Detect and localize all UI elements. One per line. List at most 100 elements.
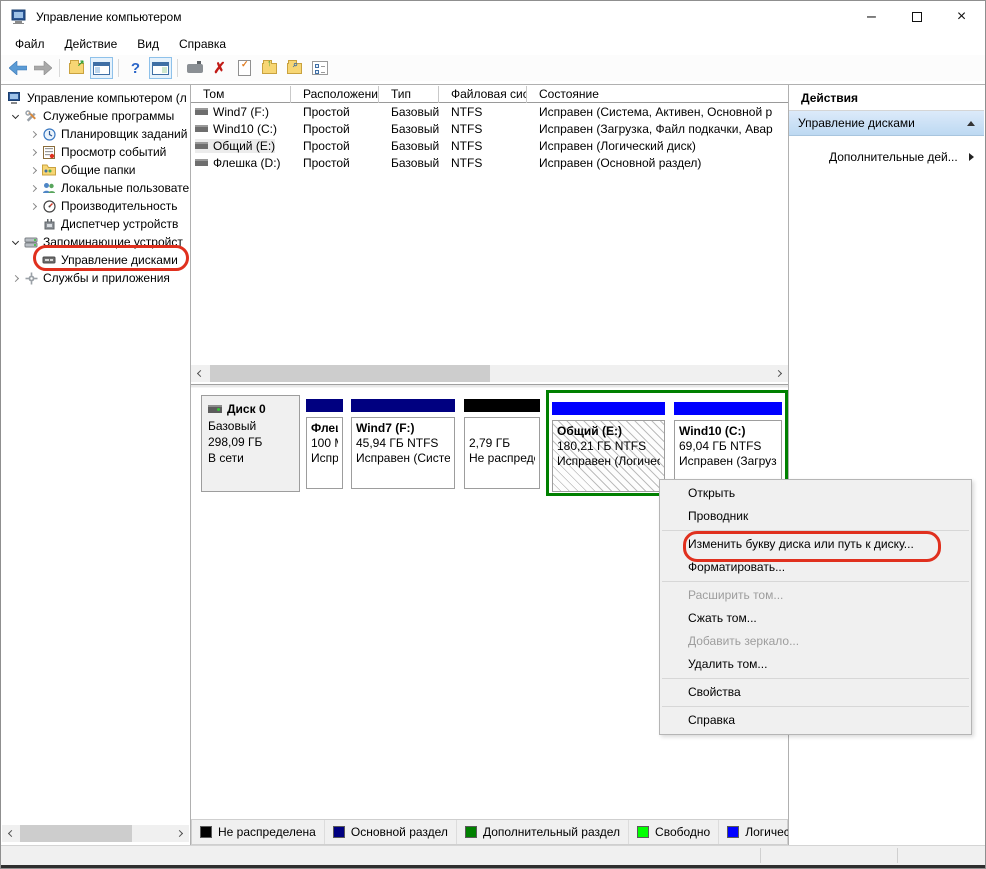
disk-status: В сети (208, 450, 293, 466)
scroll-right-icon[interactable] (771, 365, 788, 382)
tree-item-performance[interactable]: Производительность (1, 197, 190, 215)
menu-item-change-drive-letter[interactable]: Изменить букву диска или путь к диску... (660, 533, 971, 556)
chevron-right-icon[interactable] (25, 126, 41, 142)
tree-item-services[interactable]: Службы и приложения (1, 269, 190, 287)
pane-splitter[interactable] (191, 384, 788, 388)
attach-tool-icon[interactable] (183, 57, 206, 79)
properties-list-icon[interactable] (308, 57, 331, 79)
menu-item-extend-volume: Расширить том... (660, 584, 971, 607)
local-users-icon (41, 180, 57, 196)
menu-item-properties[interactable]: Свойства (660, 681, 971, 704)
tree-item-event-viewer[interactable]: Просмотр событий (1, 143, 190, 161)
menu-view[interactable]: Вид (127, 34, 169, 54)
legend-item-free: Свободно (629, 820, 719, 844)
menu-file[interactable]: Файл (5, 34, 55, 54)
check-document-icon[interactable]: ✓ (233, 57, 256, 79)
chevron-right-icon[interactable] (25, 162, 41, 178)
legend-color-swatch (333, 826, 345, 838)
menu-item-help[interactable]: Справка (660, 709, 971, 732)
menu-item-shrink-volume[interactable]: Сжать том... (660, 607, 971, 630)
scrollbar-thumb[interactable] (20, 825, 132, 842)
computer-management-window: Управление компьютером – × Файл Действие… (0, 0, 986, 869)
context-menu: Открыть Проводник Изменить букву диска и… (659, 479, 972, 735)
chevron-down-icon[interactable] (7, 234, 23, 250)
table-row[interactable]: Wind10 (C:) Простой Базовый NTFS Исправе… (191, 120, 788, 137)
show-action-pane-icon[interactable] (149, 57, 172, 79)
chevron-right-icon[interactable] (25, 180, 41, 196)
export-folder-icon[interactable]: ↗ (65, 57, 88, 79)
disk-management-icon (41, 252, 57, 268)
folder-up-icon[interactable]: ↑ (258, 57, 281, 79)
menu-item-delete-volume[interactable]: Удалить том... (660, 653, 971, 676)
tree-item-storage[interactable]: Запоминающие устройст (1, 233, 190, 251)
menu-item-explorer[interactable]: Проводник (660, 505, 971, 528)
tree-item-device-manager[interactable]: Диспетчер устройств (1, 215, 190, 233)
tree-item-disk-management[interactable]: Управление дисками (1, 251, 190, 269)
toolbar: ↗ ? ✗ ✓ ↑ ⌕ (1, 55, 985, 81)
actions-more-actions[interactable]: Дополнительные дей... (789, 150, 984, 164)
computer-icon (7, 90, 23, 106)
volume-list-header: Том Расположение Тип Файловая система Со… (191, 86, 788, 103)
partition-color-bar (464, 399, 540, 412)
disk-size: 298,09 ГБ (208, 434, 293, 450)
volume-icon (195, 159, 208, 166)
column-header[interactable]: Файловая система (439, 86, 527, 103)
scroll-left-icon[interactable] (191, 365, 208, 382)
table-row[interactable]: Общий (E:) Простой Базовый NTFS Исправен… (191, 137, 788, 154)
toolbar-separator (59, 59, 60, 77)
partition-unallocated[interactable]: 2,79 ГБ Не распреде (461, 395, 543, 492)
menu-item-format[interactable]: Форматировать... (660, 556, 971, 579)
delete-icon[interactable]: ✗ (208, 57, 231, 79)
submenu-arrow-icon (969, 153, 974, 161)
partition-obshchiy-selected[interactable]: Общий (E:) 180,21 ГБ NTFS Исправен (Логи… (549, 398, 668, 495)
scroll-left-icon[interactable] (2, 825, 19, 842)
table-row[interactable]: Wind7 (F:) Простой Базовый NTFS Исправен… (191, 103, 788, 120)
disk0-card[interactable]: Диск 0 Базовый 298,09 ГБ В сети (201, 395, 300, 492)
folder-search-icon[interactable]: ⌕ (283, 57, 306, 79)
tree-horizontal-scrollbar[interactable] (2, 825, 189, 842)
maximize-button[interactable] (894, 1, 939, 33)
partition-color-bar (351, 399, 455, 412)
partition-flash[interactable]: Флеш 100 М Испра (303, 395, 346, 492)
collapse-icon[interactable] (967, 121, 975, 126)
column-header[interactable]: Тип (379, 86, 439, 103)
table-row[interactable]: Флешка (D:) Простой Базовый NTFS Исправе… (191, 154, 788, 171)
chevron-placeholder (25, 216, 41, 232)
column-header[interactable]: Том (191, 86, 291, 103)
tree-item-system-tools[interactable]: Служебные программы (1, 107, 190, 125)
menu-item-open[interactable]: Открыть (660, 482, 971, 505)
chevron-right-icon[interactable] (25, 198, 41, 214)
forward-icon[interactable] (31, 57, 54, 79)
show-console-tree-icon[interactable] (90, 57, 113, 79)
column-header[interactable]: Состояние (527, 86, 788, 103)
menu-separator (660, 579, 971, 584)
volume-list-horizontal-scrollbar[interactable] (191, 365, 788, 382)
window-title: Управление компьютером (36, 10, 181, 24)
actions-title: Действия (789, 85, 984, 111)
chevron-right-icon[interactable] (25, 144, 41, 160)
shared-folders-icon (41, 162, 57, 178)
scroll-right-icon[interactable] (172, 825, 189, 842)
menu-separator (660, 676, 971, 681)
chevron-placeholder (25, 252, 41, 268)
close-button[interactable]: × (939, 1, 984, 33)
scrollbar-thumb[interactable] (210, 365, 490, 382)
menu-item-add-mirror: Добавить зеркало... (660, 630, 971, 653)
chevron-down-icon[interactable] (7, 108, 23, 124)
tree-item-shared-folders[interactable]: Общие папки (1, 161, 190, 179)
menu-action[interactable]: Действие (55, 34, 128, 54)
tree-item-task-scheduler[interactable]: Планировщик заданий (1, 125, 190, 143)
chevron-right-icon[interactable] (7, 270, 23, 286)
actions-group-disk-management[interactable]: Управление дисками (789, 111, 984, 136)
volume-list: Том Расположение Тип Файловая система Со… (191, 86, 788, 364)
partition-wind7[interactable]: Wind7 (F:) 45,94 ГБ NTFS Исправен (Систе (348, 395, 458, 492)
back-icon[interactable] (6, 57, 29, 79)
menu-help[interactable]: Справка (169, 34, 236, 54)
minimize-button[interactable]: – (849, 1, 894, 33)
legend-item-logical: Логический диск (719, 820, 789, 844)
tree-item-computer-management[interactable]: Управление компьютером (л (1, 89, 190, 107)
status-bar (1, 845, 985, 865)
help-icon[interactable]: ? (124, 57, 147, 79)
column-header[interactable]: Расположение (291, 86, 379, 103)
tree-item-local-users[interactable]: Локальные пользовате (1, 179, 190, 197)
